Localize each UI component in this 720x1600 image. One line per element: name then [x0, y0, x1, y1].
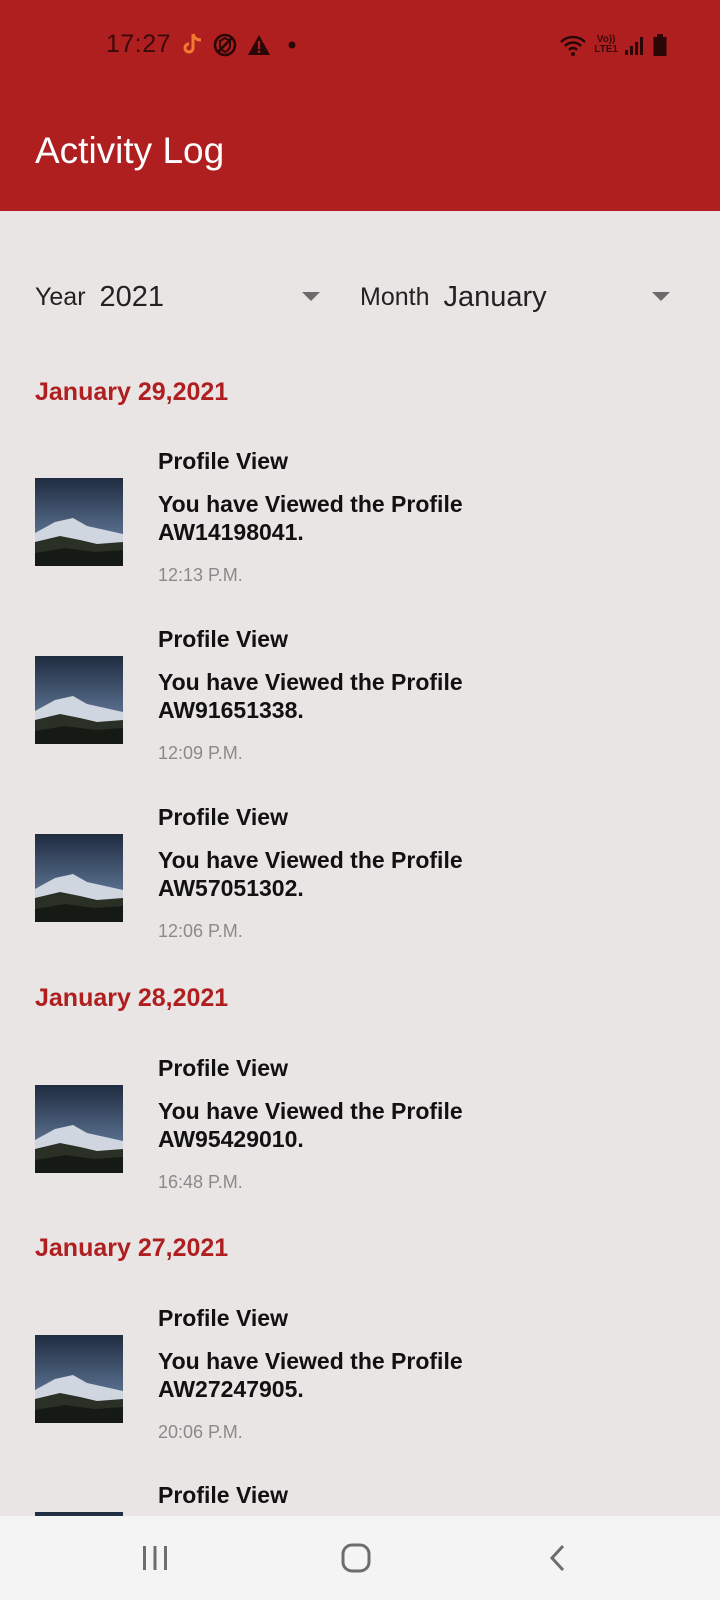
notification-icons — [180, 30, 300, 60]
entry-message: You have Viewed the Profile AW57051302. — [158, 847, 463, 901]
wifi-icon — [558, 33, 588, 57]
entry-type: Profile View — [158, 626, 288, 652]
blocked-shield-icon — [212, 32, 238, 58]
app-header: 17:27 Vo)) LTE1 Activity Log — [0, 0, 720, 211]
year-label: Year — [35, 282, 86, 311]
system-nav-bar — [0, 1516, 720, 1600]
date-header: January 29,2021 — [35, 378, 229, 406]
entry-message: You have Viewed the Profile AW95429010. — [158, 1098, 463, 1152]
list-item[interactable]: Profile View You have Viewed the Profile… — [0, 804, 720, 974]
month-label: Month — [360, 282, 430, 311]
signal-icon — [624, 34, 646, 56]
entry-time: 12:09 P.M. — [158, 743, 243, 763]
back-button[interactable] — [534, 1534, 582, 1582]
volte-lte-icon: Vo)) LTE1 — [594, 35, 618, 55]
recents-icon — [143, 1546, 167, 1570]
entry-message: You have Viewed the Profile AW14198041. — [158, 491, 463, 545]
chevron-down-icon — [302, 292, 320, 301]
profile-thumbnail — [35, 834, 123, 922]
entry-type: Profile View — [158, 1305, 288, 1331]
entry-message: You have Viewed the Profile AW91651338. — [158, 669, 463, 723]
system-status-icons: Vo)) LTE1 — [558, 30, 668, 60]
list-item[interactable]: Profile View You have Viewed the Profile… — [0, 1055, 720, 1225]
notification-dot-icon — [280, 35, 300, 55]
lte-label: LTE1 — [594, 44, 618, 55]
year-dropdown[interactable]: Year 2021 — [35, 272, 320, 322]
profile-thumbnail — [35, 1085, 123, 1173]
date-header: January 28,2021 — [35, 984, 229, 1012]
page-title: Activity Log — [35, 130, 225, 171]
date-header: January 27,2021 — [35, 1234, 229, 1262]
month-dropdown[interactable]: Month January — [360, 272, 670, 322]
entry-time: 16:48 P.M. — [158, 1172, 243, 1192]
activity-list[interactable]: January 29,2021 Profile View You have Vi… — [0, 372, 720, 1516]
entry-time: 20:06 P.M. — [158, 1422, 243, 1442]
battery-icon — [652, 33, 668, 57]
status-time: 17:27 — [106, 30, 172, 58]
recents-button[interactable] — [131, 1534, 179, 1582]
list-item[interactable]: Profile View You have Viewed the Profile… — [0, 626, 720, 796]
tiktok-icon — [180, 32, 204, 58]
warning-icon — [246, 33, 272, 57]
entry-type: Profile View — [158, 1482, 288, 1508]
entry-type: Profile View — [158, 448, 288, 474]
list-item[interactable]: Profile View — [0, 1482, 720, 1516]
profile-thumbnail — [35, 656, 123, 744]
profile-thumbnail — [35, 1335, 123, 1423]
entry-type: Profile View — [158, 1055, 288, 1081]
entry-time: 12:06 P.M. — [158, 921, 243, 941]
list-item[interactable]: Profile View You have Viewed the Profile… — [0, 448, 720, 618]
year-value: 2021 — [99, 280, 165, 313]
status-bar: 17:27 Vo)) LTE1 — [0, 0, 720, 90]
back-icon — [549, 1544, 565, 1572]
list-item[interactable]: Profile View You have Viewed the Profile… — [0, 1305, 720, 1475]
home-icon — [341, 1543, 371, 1573]
entry-type: Profile View — [158, 804, 288, 830]
entry-message: You have Viewed the Profile AW27247905. — [158, 1348, 463, 1402]
home-button[interactable] — [332, 1534, 380, 1582]
entry-time: 12:13 P.M. — [158, 565, 243, 585]
profile-thumbnail — [35, 478, 123, 566]
chevron-down-icon — [652, 292, 670, 301]
month-value: January — [443, 280, 547, 313]
